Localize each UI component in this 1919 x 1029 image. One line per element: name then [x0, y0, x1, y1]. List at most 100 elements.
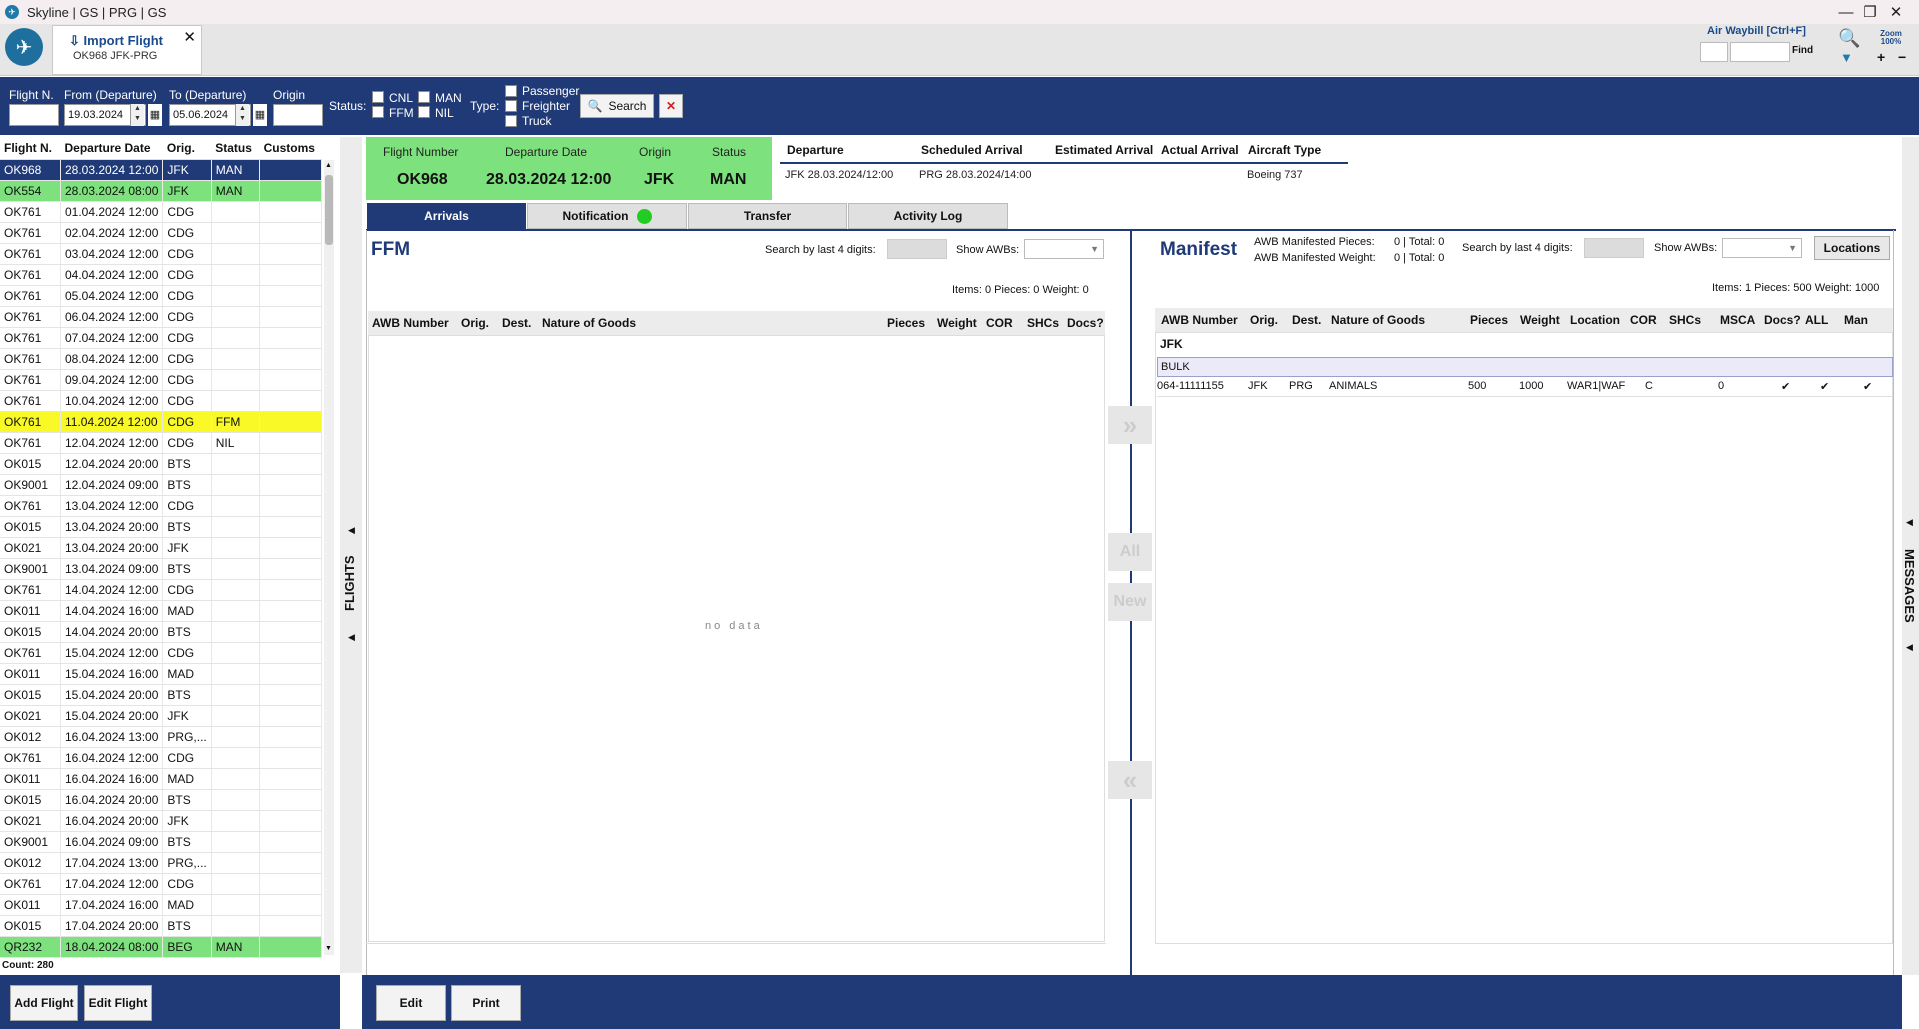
- ffm-col-docs[interactable]: Docs?: [1067, 316, 1104, 330]
- to-spinner-icon[interactable]: ▲ ▼: [235, 104, 249, 126]
- tab-arrivals[interactable]: Arrivals: [367, 203, 526, 229]
- table-row[interactable]: OK761 14.04.2024 12:00 CDG: [0, 579, 322, 601]
- edit-flight-button[interactable]: Edit Flight: [84, 985, 152, 1021]
- ffm-col-weight[interactable]: Weight: [937, 316, 977, 330]
- col-flight-n[interactable]: Flight N.: [0, 137, 61, 160]
- table-row[interactable]: OK761 02.04.2024 12:00 CDG: [0, 222, 322, 244]
- awb-number-input[interactable]: [1730, 42, 1790, 62]
- table-row[interactable]: OK761 05.04.2024 12:00 CDG: [0, 285, 322, 307]
- status-man-checkbox[interactable]: [418, 91, 430, 103]
- table-row[interactable]: OK012 16.04.2024 13:00 PRG,...: [0, 726, 322, 748]
- flights-scroll-thumb[interactable]: [325, 175, 333, 245]
- table-row[interactable]: OK761 09.04.2024 12:00 CDG: [0, 369, 322, 391]
- ffm-col-pieces[interactable]: Pieces: [887, 316, 925, 330]
- tab-activity-log[interactable]: Activity Log: [848, 203, 1008, 229]
- locations-button[interactable]: Locations: [1814, 236, 1890, 260]
- table-row[interactable]: QR232 18.04.2024 08:00 BEG MAN: [0, 936, 322, 958]
- table-row[interactable]: OK761 17.04.2024 12:00 CDG: [0, 873, 322, 895]
- search-button[interactable]: 🔍 Search: [580, 94, 654, 118]
- table-row[interactable]: OK015 17.04.2024 20:00 BTS: [0, 915, 322, 937]
- man-col-weight[interactable]: Weight: [1520, 313, 1560, 327]
- table-row[interactable]: OK011 14.04.2024 16:00 MAD: [0, 600, 322, 622]
- table-row[interactable]: OK761 12.04.2024 12:00 CDG NIL: [0, 432, 322, 454]
- to-calendar-icon[interactable]: ▦: [253, 104, 267, 126]
- expand-down-icon[interactable]: ▼: [1840, 50, 1853, 65]
- zoom-in-icon[interactable]: +: [1877, 49, 1885, 65]
- status-ffm-checkbox[interactable]: [372, 106, 384, 118]
- import-flight-tab[interactable]: ⇩ Import Flight OK968 JFK-PRG ✕: [52, 25, 202, 75]
- table-row[interactable]: OK015 12.04.2024 20:00 BTS: [0, 453, 322, 475]
- flights-scrollbar[interactable]: [324, 160, 334, 955]
- all-button[interactable]: All: [1108, 533, 1152, 571]
- manifest-search-input[interactable]: [1584, 238, 1644, 258]
- table-row[interactable]: OK761 15.04.2024 12:00 CDG: [0, 642, 322, 664]
- row-man-check-icon[interactable]: ✔: [1863, 380, 1872, 393]
- print-button[interactable]: Print: [451, 985, 521, 1021]
- type-freighter-checkbox[interactable]: [505, 100, 517, 112]
- close-tab-icon[interactable]: ✕: [183, 28, 196, 46]
- tab-transfer[interactable]: Transfer: [688, 203, 847, 229]
- from-spinner-icon[interactable]: ▲ ▼: [130, 104, 144, 126]
- messages-splitter[interactable]: ◀ MESSAGES ◀: [1902, 137, 1919, 975]
- man-col-dest[interactable]: Dest.: [1292, 313, 1321, 327]
- man-col-cor[interactable]: COR: [1630, 313, 1657, 327]
- table-row[interactable]: OK761 11.04.2024 12:00 CDG FFM: [0, 411, 322, 433]
- ffm-col-dest[interactable]: Dest.: [502, 316, 531, 330]
- man-col-docs[interactable]: Docs?: [1764, 313, 1801, 327]
- table-row[interactable]: OK015 13.04.2024 20:00 BTS: [0, 516, 322, 538]
- flights-splitter[interactable]: ◀ FLIGHTS ◀: [340, 137, 362, 973]
- table-row[interactable]: OK9001 16.04.2024 09:00 BTS: [0, 831, 322, 853]
- table-row[interactable]: OK761 06.04.2024 12:00 CDG: [0, 306, 322, 328]
- manifest-show-select[interactable]: ▼: [1722, 238, 1802, 258]
- man-col-orig[interactable]: Orig.: [1250, 313, 1278, 327]
- man-col-man[interactable]: Man: [1844, 313, 1868, 327]
- table-row[interactable]: OK761 04.04.2024 12:00 CDG: [0, 264, 322, 286]
- expand-messages-icon[interactable]: ◀: [1906, 517, 1913, 528]
- man-col-goods[interactable]: Nature of Goods: [1331, 313, 1425, 327]
- row-docs-check-icon[interactable]: ✔: [1781, 380, 1790, 393]
- table-row[interactable]: OK021 15.04.2024 20:00 JFK: [0, 705, 322, 727]
- table-row[interactable]: OK015 16.04.2024 20:00 BTS: [0, 789, 322, 811]
- table-row[interactable]: OK015 14.04.2024 20:00 BTS: [0, 621, 322, 643]
- origin-input[interactable]: [273, 104, 323, 126]
- ffm-search-input[interactable]: [887, 239, 947, 259]
- col-customs[interactable]: Customs: [259, 137, 322, 160]
- ffm-show-select[interactable]: ▼: [1024, 239, 1104, 259]
- man-col-msca[interactable]: MSCA: [1720, 313, 1755, 327]
- col-status[interactable]: Status: [211, 137, 260, 160]
- table-row[interactable]: OK761 01.04.2024 12:00 CDG: [0, 201, 322, 223]
- add-flight-button[interactable]: Add Flight: [10, 985, 78, 1021]
- search-icon[interactable]: 🔍: [1838, 28, 1860, 49]
- ffm-col-cor[interactable]: COR: [986, 316, 1013, 330]
- table-row[interactable]: OK011 17.04.2024 16:00 MAD: [0, 894, 322, 916]
- ffm-col-awb[interactable]: AWB Number: [372, 316, 449, 330]
- type-passenger-checkbox[interactable]: [505, 85, 517, 97]
- from-calendar-icon[interactable]: ▦: [148, 104, 162, 126]
- clear-filter-icon[interactable]: ✕: [659, 94, 683, 118]
- collapse-left-icon-2[interactable]: ◀: [348, 632, 355, 643]
- table-row[interactable]: OK9001 13.04.2024 09:00 BTS: [0, 558, 322, 580]
- ffm-col-shcs[interactable]: SHCs: [1027, 316, 1059, 330]
- manifest-row[interactable]: 064-11111155 JFK PRG ANIMALS 500 1000 WA…: [1157, 378, 1893, 397]
- ffm-col-goods[interactable]: Nature of Goods: [542, 316, 636, 330]
- type-truck-checkbox[interactable]: [505, 115, 517, 127]
- new-button[interactable]: New: [1108, 583, 1152, 621]
- table-row[interactable]: OK761 03.04.2024 12:00 CDG: [0, 243, 322, 265]
- status-cnl-checkbox[interactable]: [372, 91, 384, 103]
- table-row[interactable]: OK968 28.03.2024 12:00 JFK MAN: [0, 159, 322, 181]
- row-all-check-icon[interactable]: ✔: [1820, 380, 1829, 393]
- table-row[interactable]: OK011 15.04.2024 16:00 MAD: [0, 663, 322, 685]
- awb-prefix-input[interactable]: [1700, 42, 1728, 62]
- table-row[interactable]: OK9001 12.04.2024 09:00 BTS: [0, 474, 322, 496]
- table-row[interactable]: OK012 17.04.2024 13:00 PRG,...: [0, 852, 322, 874]
- tab-notification[interactable]: Notification: [527, 203, 687, 229]
- move-left-button[interactable]: «: [1108, 761, 1152, 799]
- table-row[interactable]: OK021 13.04.2024 20:00 JFK: [0, 537, 322, 559]
- table-row[interactable]: OK761 08.04.2024 12:00 CDG: [0, 348, 322, 370]
- table-row[interactable]: OK761 13.04.2024 12:00 CDG: [0, 495, 322, 517]
- man-col-awb[interactable]: AWB Number: [1161, 313, 1238, 327]
- man-col-pieces[interactable]: Pieces: [1470, 313, 1508, 327]
- table-row[interactable]: OK011 16.04.2024 16:00 MAD: [0, 768, 322, 790]
- table-row[interactable]: OK761 07.04.2024 12:00 CDG: [0, 327, 322, 349]
- status-nil-checkbox[interactable]: [418, 106, 430, 118]
